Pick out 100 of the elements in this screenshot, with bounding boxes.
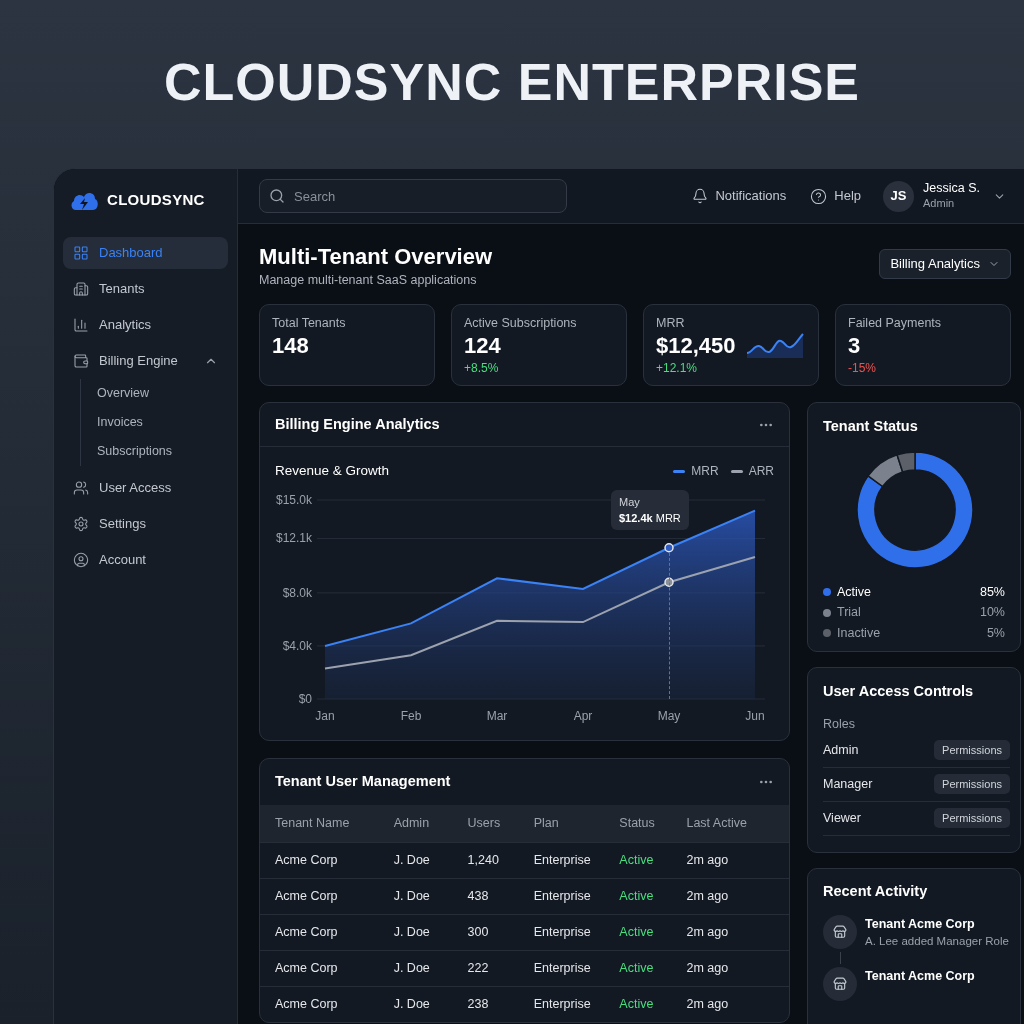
- store-icon: [833, 924, 847, 939]
- wallet-icon: [73, 353, 89, 369]
- user-name: Jessica S.: [923, 181, 980, 196]
- nav-subitem[interactable]: Subscriptions: [97, 437, 228, 466]
- y-axis-label: $4.0k: [282, 639, 312, 654]
- stat-change: +12.1%: [656, 361, 699, 375]
- page-title: Multi-Tenant Overview: [259, 243, 493, 271]
- activity-title: Tenant Acme Corp: [865, 967, 975, 985]
- page-subtitle: Manage multi-tenant SaaS applications: [259, 272, 478, 289]
- view-dropdown[interactable]: Billing Analytics: [879, 249, 1011, 279]
- nav-subitem[interactable]: Invoices: [97, 408, 228, 437]
- building-icon: [73, 281, 89, 297]
- table-cell-text: 2m ago: [686, 852, 730, 870]
- help-button[interactable]: Help: [810, 186, 862, 206]
- x-axis-label: Jun: [745, 709, 765, 724]
- column-header: Last Active: [686, 815, 748, 833]
- permissions-button[interactable]: Permissions: [934, 808, 1010, 828]
- y-axis-label: $12.1k: [275, 531, 312, 546]
- nav-subitem[interactable]: Overview: [97, 379, 228, 408]
- nav-item[interactable]: Settings: [63, 508, 228, 540]
- hero-title: CLOUDSYNC ENTERPRISE: [163, 52, 861, 113]
- stat-change: +8.5%: [464, 361, 500, 375]
- table-cell-text: J. Doe: [393, 996, 431, 1014]
- table-cell-text: Enterprise: [533, 996, 592, 1014]
- y-axis-label: $0: [298, 692, 312, 707]
- chart-tooltip: May $12.4k MRR: [611, 490, 689, 531]
- activity-title: Tenant Acme Corp: [865, 915, 976, 933]
- x-axis-label: May: [657, 709, 681, 724]
- legend-value: 10%: [979, 604, 1005, 622]
- legend-value: 5%: [986, 624, 1005, 642]
- role-name: Manager: [823, 775, 873, 793]
- user-avatar[interactable]: JS: [883, 180, 915, 212]
- role-name: Viewer: [823, 809, 861, 827]
- table-cell-text: Enterprise: [533, 960, 592, 978]
- x-axis-label: Jan: [315, 709, 335, 724]
- table-cell-text: Active: [619, 852, 655, 870]
- table-cell-text: Enterprise: [533, 924, 592, 942]
- legend-label: Inactive: [837, 624, 882, 642]
- x-axis-label: Feb: [400, 709, 422, 724]
- card-title: Tenant Status: [823, 417, 919, 436]
- stat-value: 3: [848, 332, 861, 360]
- hover-point: [664, 543, 674, 553]
- stat-value: $12,450: [656, 332, 736, 360]
- table-cell-text: 2m ago: [686, 996, 730, 1014]
- stat-label: MRR: [656, 315, 686, 331]
- roles-label: Roles: [823, 715, 856, 733]
- table-cell-text: 222: [467, 960, 490, 978]
- column-header: Status: [619, 815, 656, 833]
- nav-item[interactable]: Dashboard: [63, 237, 228, 269]
- table-cell-text: Enterprise: [533, 852, 592, 870]
- x-axis-label: Mar: [486, 709, 508, 724]
- nav-item[interactable]: Billing Engine: [63, 345, 228, 377]
- table-cell-text: 2m ago: [686, 960, 730, 978]
- stat-label: Total Tenants: [272, 315, 347, 331]
- stat-label: Failed Payments: [848, 315, 943, 331]
- card-title: User Access Controls: [823, 682, 975, 701]
- search-field[interactable]: Search: [259, 179, 567, 213]
- table-cell-text: 2m ago: [686, 888, 730, 906]
- table-cell-text: 238: [467, 996, 490, 1014]
- legend-item: MRR: [673, 462, 719, 481]
- legend-label: Active: [837, 583, 873, 601]
- table-cell-text: J. Doe: [393, 888, 431, 906]
- role-name: Admin: [823, 741, 859, 759]
- table-cell-text: Enterprise: [533, 888, 592, 906]
- dashboard-icon: [73, 245, 89, 261]
- user-circle-icon: [73, 552, 89, 568]
- table-cell-text: Active: [619, 888, 655, 906]
- x-axis-label: Apr: [573, 709, 593, 724]
- store-icon: [833, 976, 847, 991]
- table-cell-text: Acme Corp: [275, 888, 339, 906]
- card-title: Billing Engine Analytics: [275, 414, 440, 434]
- search-icon: [269, 188, 285, 204]
- table-cell-text: 2m ago: [686, 924, 730, 942]
- notifications-button[interactable]: Notifications: [692, 186, 787, 206]
- card-title: Recent Activity: [823, 882, 929, 901]
- legend-label: Trial: [837, 604, 862, 622]
- permissions-button[interactable]: Permissions: [934, 774, 1010, 794]
- user-role: Admin: [923, 196, 956, 211]
- permissions-button[interactable]: Permissions: [934, 740, 1010, 760]
- nav-item[interactable]: Analytics: [63, 309, 228, 341]
- table-cell-text: J. Doe: [393, 852, 431, 870]
- table-cell-text: Acme Corp: [275, 852, 339, 870]
- nav-item[interactable]: Tenants: [63, 273, 228, 305]
- table-cell-text: Acme Corp: [275, 960, 339, 978]
- table-cell-text: 438: [467, 888, 490, 906]
- y-axis-label: $8.0k: [282, 586, 312, 601]
- card-title: Tenant User Management: [275, 772, 451, 792]
- bar-chart-icon: [73, 317, 89, 333]
- stat-value: 148: [272, 332, 309, 360]
- hover-point: [664, 577, 674, 588]
- table-cell-text: J. Doe: [393, 924, 431, 942]
- stat-change: -15%: [848, 361, 877, 375]
- nav-item[interactable]: User Access: [63, 472, 228, 504]
- legend-item: ARR: [730, 462, 774, 481]
- table-cell-text: Acme Corp: [275, 996, 339, 1014]
- settings-icon: [73, 516, 89, 532]
- column-header: Users: [467, 815, 502, 833]
- nav-item[interactable]: Account: [63, 544, 228, 576]
- activity-detail: A. Lee added Manager Role: [865, 933, 1009, 949]
- table-cell-text: Active: [619, 996, 655, 1014]
